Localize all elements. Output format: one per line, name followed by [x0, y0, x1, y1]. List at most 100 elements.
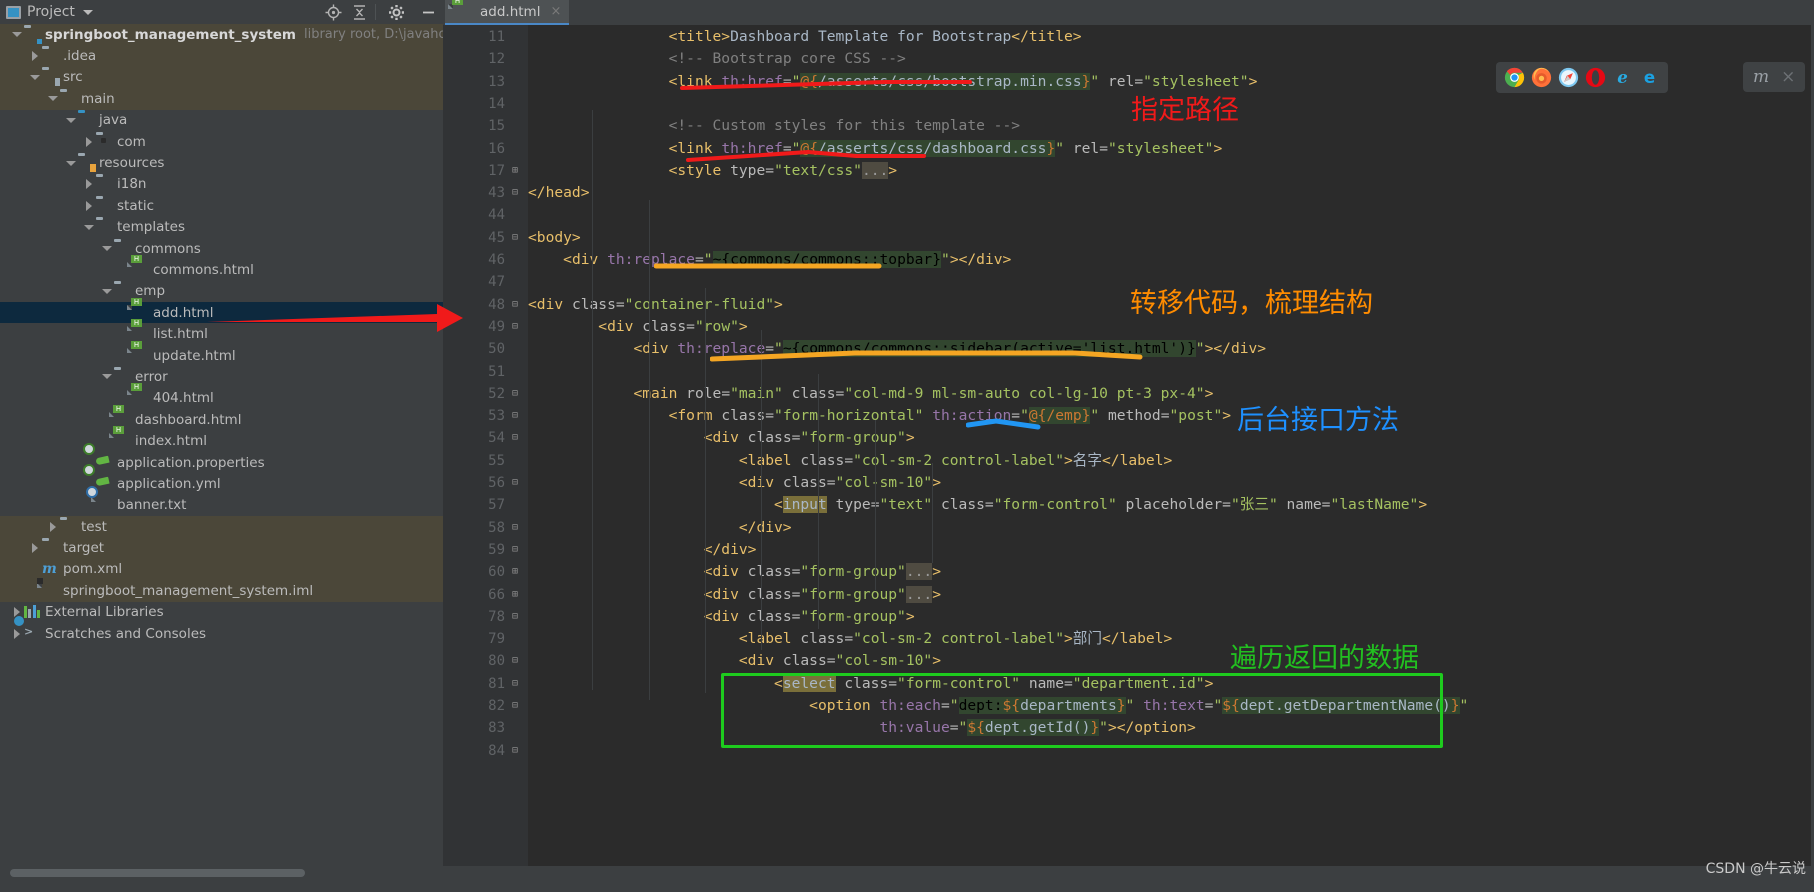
close-icon[interactable]: ×	[1781, 67, 1795, 87]
tree-expander-icon[interactable]	[46, 516, 60, 537]
gear-icon[interactable]	[379, 0, 413, 24]
tree-expander-icon[interactable]	[100, 238, 114, 259]
tree-item-label: update.html	[153, 347, 236, 364]
ie-icon[interactable]: e	[1612, 67, 1633, 88]
tree-item-springboot-management-system[interactable]: springboot_management_system library root…	[0, 24, 443, 46]
fold-toggle-icon[interactable]: ⊟	[509, 294, 521, 316]
annotation-arrow-to-add-html	[207, 304, 463, 332]
tree-expander-icon[interactable]	[82, 217, 96, 238]
tree-item-banner-txt[interactable]: banner.txt	[0, 495, 443, 516]
line-number: 17	[488, 162, 505, 179]
tree-item-error[interactable]: error	[0, 366, 443, 387]
fold-toggle-icon[interactable]: ⊟	[509, 182, 521, 204]
code-text: <div class="form-group"...>	[703, 563, 941, 581]
tree-item-commons-html[interactable]: commons.html	[0, 259, 443, 280]
fold-toggle-icon[interactable]: ⊟	[509, 383, 521, 405]
line-number: 66	[488, 586, 505, 603]
locate-icon[interactable]	[320, 0, 346, 24]
tree-item-scratches-and-consoles[interactable]: Scratches and Consoles	[0, 623, 443, 644]
fold-toggle-icon[interactable]: ⊞	[509, 160, 521, 182]
project-tool-button[interactable]: Project	[6, 0, 93, 24]
fold-toggle-icon[interactable]: ⊟	[509, 405, 521, 427]
tree-expander-icon[interactable]	[10, 623, 24, 644]
tree-expander-icon[interactable]	[64, 110, 78, 131]
red-underline-bootstrap-css	[680, 80, 972, 90]
run-widget[interactable]: m ×	[1743, 62, 1806, 92]
minimize-icon[interactable]	[413, 0, 443, 24]
safari-icon[interactable]	[1558, 67, 1579, 88]
tree-item-static[interactable]: static	[0, 195, 443, 216]
tree-item-update-html[interactable]: update.html	[0, 345, 443, 366]
firefox-icon[interactable]	[1531, 67, 1552, 88]
tree-item-dashboard-html[interactable]: dashboard.html	[0, 409, 443, 430]
tree-item-resources[interactable]: resources	[0, 152, 443, 173]
code-text: <form class="form-horizontal" th:action=…	[668, 407, 1232, 425]
fold-toggle-icon[interactable]: ⊟	[509, 517, 521, 539]
scratches-icon	[24, 626, 41, 642]
tree-expander-icon[interactable]	[64, 153, 78, 174]
tree-item-index-html[interactable]: index.html	[0, 430, 443, 451]
tree-item-templates[interactable]: templates	[0, 217, 443, 238]
line-number: 52	[488, 385, 505, 402]
fold-toggle-icon[interactable]: ⊟	[509, 695, 521, 717]
fold-toggle-icon[interactable]: ⊟	[509, 539, 521, 561]
project-tool-window[interactable]: springboot_management_system library root…	[0, 24, 443, 866]
horizontal-scrollbar[interactable]	[10, 869, 305, 877]
tree-item-springboot-management-system-iml[interactable]: springboot_management_system.iml	[0, 580, 443, 602]
svg-text:e: e	[1644, 68, 1655, 87]
tree-item-external-libraries[interactable]: External Libraries	[0, 602, 443, 623]
tree-expander-icon[interactable]	[82, 195, 96, 216]
fold-toggle-icon[interactable]: ⊟	[509, 316, 521, 338]
fold-toggle-icon[interactable]: ⊟	[509, 650, 521, 672]
fold-toggle-icon[interactable]: ⊞	[509, 561, 521, 583]
maven-reload-icon[interactable]: m	[1753, 67, 1769, 87]
fold-toggle-icon[interactable]: ⊞	[509, 584, 521, 606]
tree-expander-icon[interactable]	[100, 366, 114, 387]
opera-icon[interactable]	[1585, 67, 1606, 88]
tree-item-test[interactable]: test	[0, 515, 443, 538]
editor-tab-add-html[interactable]: add.html ×	[445, 0, 570, 25]
html-file-icon	[453, 4, 470, 20]
tree-item--idea[interactable]: .idea	[0, 45, 443, 67]
tree-expander-icon[interactable]	[28, 538, 42, 559]
tree-item-404-html[interactable]: 404.html	[0, 388, 443, 409]
line-number: 80	[488, 653, 505, 670]
fold-toggle-icon[interactable]: ⊟	[509, 673, 521, 695]
close-icon[interactable]: ×	[550, 4, 561, 19]
tree-item-java[interactable]: java	[0, 110, 443, 131]
tree-expander-icon[interactable]	[100, 281, 114, 302]
text-file	[96, 497, 113, 513]
tree-expander-icon[interactable]	[46, 88, 60, 109]
tree-item-target[interactable]: target	[0, 537, 443, 559]
edge-icon[interactable]: e	[1639, 67, 1660, 88]
line-number: 53	[488, 408, 505, 425]
tree-item-src[interactable]: src	[0, 66, 443, 89]
line-number: 43	[488, 185, 505, 202]
tree-item-commons[interactable]: commons	[0, 238, 443, 259]
tree-item-label: Scratches and Consoles	[45, 625, 207, 642]
line-number: 57	[488, 497, 505, 514]
tree-expander-icon[interactable]	[28, 67, 42, 88]
collapse-all-icon[interactable]	[346, 0, 372, 24]
tree-item-main[interactable]: main	[0, 88, 443, 110]
tree-item-i18n[interactable]: i18n	[0, 174, 443, 195]
chevron-down-icon[interactable]	[82, 9, 93, 15]
folder	[96, 219, 113, 235]
tree-expander-icon[interactable]	[10, 24, 24, 45]
fold-toggle-icon[interactable]: ⊟	[509, 227, 521, 249]
line-number: 56	[488, 475, 505, 491]
fold-toggle-icon[interactable]: ⊟	[509, 472, 521, 494]
fold-toggle-icon[interactable]: ⊟	[509, 606, 521, 628]
tree-item-pom-xml[interactable]: m pom.xml	[0, 558, 443, 581]
tree-expander-icon[interactable]	[28, 46, 42, 67]
tree-item-com[interactable]: com	[0, 131, 443, 152]
fold-toggle-icon[interactable]: ⊟	[509, 427, 521, 449]
tree-item-application-yml[interactable]: application.yml	[0, 473, 443, 494]
tree-item-application-properties[interactable]: application.properties	[0, 452, 443, 473]
tree-expander-icon[interactable]	[82, 174, 96, 195]
tree-expander-icon[interactable]	[82, 131, 96, 152]
browser-run-bar[interactable]: e e	[1496, 62, 1668, 93]
chrome-icon[interactable]	[1504, 67, 1525, 88]
tree-item-label: External Libraries	[45, 604, 164, 621]
fold-toggle-icon[interactable]: ⊟	[509, 740, 521, 762]
